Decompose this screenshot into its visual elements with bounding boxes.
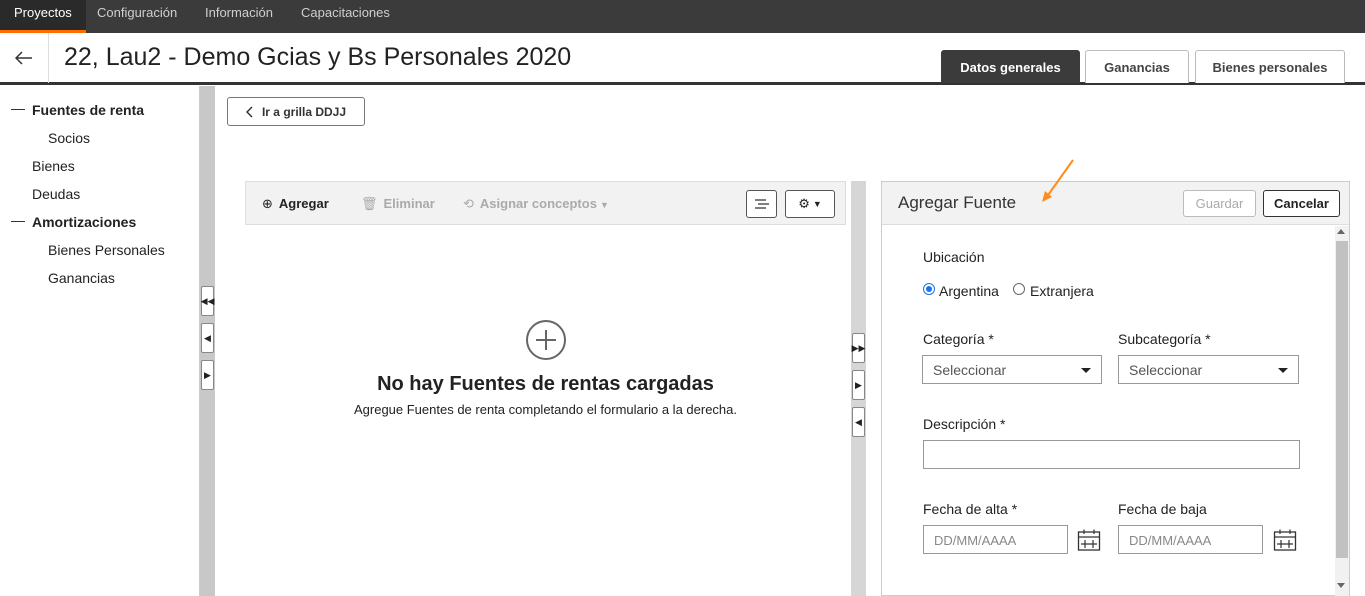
calendar-icon[interactable] (1273, 528, 1297, 552)
settings-dropdown-button[interactable]: ⚙ ▼ (785, 190, 835, 218)
assign-concepts-button[interactable]: ⟲ Asignar conceptos ▼ (463, 196, 609, 212)
panel-header: Agregar Fuente Guardar Cancelar (882, 182, 1349, 225)
nav-item-informacion[interactable]: Información (191, 0, 287, 33)
list-view-button[interactable] (746, 190, 777, 218)
link-icon: ⟲ (463, 196, 474, 211)
description-label: Descripción * (923, 416, 1006, 432)
add-label: Agregar (278, 196, 329, 211)
scroll-down-icon[interactable] (1337, 583, 1345, 588)
description-field[interactable] (923, 440, 1300, 469)
empty-state-subtitle: Agregue Fuentes de renta completando el … (353, 402, 737, 417)
empty-state-title: No hay Fuentes de rentas cargadas (377, 373, 714, 395)
sidebar-item-ganancias[interactable]: Ganancias (48, 270, 115, 286)
collapse-left-icon[interactable]: ◀ (852, 407, 865, 437)
subcategory-label: Subcategoría * (1118, 331, 1211, 347)
end-date-field[interactable]: DD/MM/AAAA (1118, 525, 1263, 554)
page-title: 22, Lau2 - Demo Gcias y Bs Personales 20… (64, 43, 572, 71)
plus-circle-icon: ⊕ (262, 196, 273, 211)
nav-item-configuracion[interactable]: Configuración (83, 0, 191, 33)
caret-down-icon: ▼ (812, 199, 822, 209)
collapse-dash-icon[interactable] (11, 221, 25, 222)
caret-down-icon (1278, 368, 1288, 373)
list-toolbar: ⊕ Agregar 🗑 Eliminar ⟲ Asignar conceptos ▼ ⚙… (245, 181, 846, 225)
back-button[interactable] (0, 33, 49, 83)
radio-argentina-label[interactable]: Argentina (939, 283, 999, 299)
back-to-grid-label: Ir a grilla DDJJ (261, 104, 347, 119)
sidebar: Fuentes de renta Socios Bienes Deudas Am… (0, 86, 200, 596)
subcategory-select[interactable]: Seleccionar (1118, 355, 1299, 384)
gear-icon: ⚙ (798, 196, 810, 211)
delete-label: Eliminar (383, 196, 435, 211)
radio-extranjera[interactable] (1013, 283, 1025, 295)
back-to-grid-button[interactable]: Ir a grilla DDJJ (227, 97, 365, 126)
plus-circle-icon (526, 320, 566, 360)
nav-item-proyectos[interactable]: Proyectos (0, 0, 86, 33)
caret-down-icon (1081, 368, 1091, 373)
sidebar-item-fuentes-de-renta[interactable]: Fuentes de renta (32, 102, 144, 118)
sidebar-item-deudas[interactable]: Deudas (32, 186, 80, 202)
scrollbar-thumb[interactable] (1336, 241, 1348, 558)
end-date-label: Fecha de baja (1118, 501, 1207, 517)
category-label: Categoría * (923, 331, 994, 347)
calendar-icon[interactable] (1077, 528, 1101, 552)
category-select[interactable]: Seleccionar (922, 355, 1102, 384)
sidebar-item-socios[interactable]: Socios (48, 130, 90, 146)
collapse-dash-icon[interactable] (11, 109, 25, 110)
location-label: Ubicación (923, 249, 985, 265)
tab-datos-generales[interactable]: Datos generales (941, 50, 1080, 83)
scroll-up-icon[interactable] (1337, 229, 1345, 234)
delete-button[interactable]: 🗑 Eliminar (361, 196, 435, 212)
sidebar-item-amortizaciones[interactable]: Amortizaciones (32, 214, 136, 230)
collapse-all-icon[interactable]: ◀◀ (201, 286, 214, 316)
radio-argentina[interactable] (923, 283, 935, 295)
annotation-arrow-icon (1042, 159, 1074, 202)
subcategory-select-value: Seleccionar (1129, 362, 1203, 378)
category-select-value: Seleccionar (933, 362, 1007, 378)
tab-bienes-personales[interactable]: Bienes personales (1195, 50, 1345, 83)
list-lines-icon (754, 199, 769, 209)
collapse-left-icon[interactable]: ◀ (201, 323, 214, 353)
assign-label: Asignar conceptos (479, 196, 597, 211)
chevron-left-icon (245, 105, 253, 118)
add-button[interactable]: ⊕ Agregar (262, 196, 329, 212)
tab-ganancias[interactable]: Ganancias (1085, 50, 1189, 83)
radio-extranjera-label[interactable]: Extranjera (1030, 283, 1094, 299)
start-date-field[interactable]: DD/MM/AAAA (923, 525, 1068, 554)
save-button[interactable]: Guardar (1183, 190, 1256, 217)
trash-icon: 🗑 (361, 196, 378, 211)
expand-all-icon[interactable]: ▶▶ (852, 333, 865, 363)
arrow-left-icon (15, 51, 32, 65)
start-date-label: Fecha de alta * (923, 501, 1018, 517)
top-navigation: Proyectos Configuración Información Capa… (0, 0, 1365, 33)
panel-title: Agregar Fuente (898, 193, 1017, 212)
page-header: 22, Lau2 - Demo Gcias y Bs Personales 20… (0, 33, 1365, 85)
sidebar-item-bienes-personales[interactable]: Bienes Personales (48, 242, 165, 258)
expand-right-icon[interactable]: ▶ (201, 360, 214, 390)
nav-item-capacitaciones[interactable]: Capacitaciones (287, 0, 404, 33)
cancel-button[interactable]: Cancelar (1263, 190, 1340, 217)
expand-right-icon[interactable]: ▶ (852, 370, 865, 400)
caret-down-icon: ▼ (599, 200, 609, 210)
sidebar-item-bienes[interactable]: Bienes (32, 158, 75, 174)
